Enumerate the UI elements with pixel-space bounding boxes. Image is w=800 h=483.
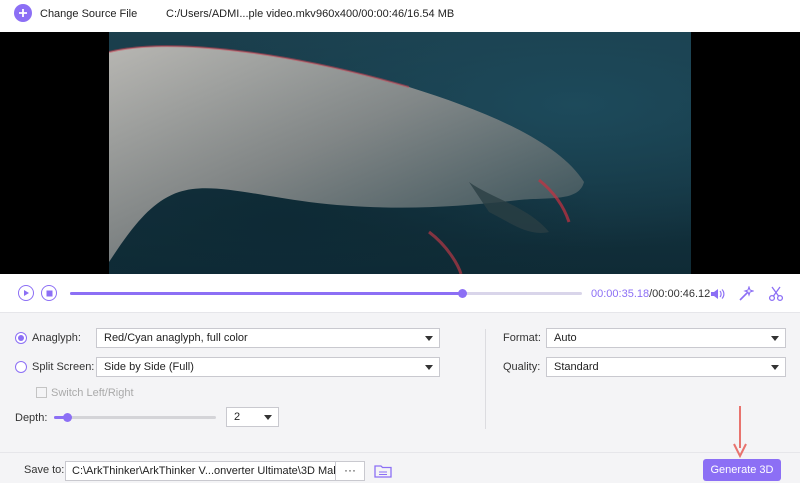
depth-label: Depth: [15, 412, 48, 424]
depth-slider-handle[interactable] [62, 413, 72, 422]
quality-select[interactable]: Standard [546, 357, 786, 377]
stop-icon [46, 290, 52, 296]
stop-button[interactable] [41, 285, 57, 301]
plus-icon [19, 9, 27, 17]
quality-value: Standard [554, 361, 599, 373]
split-screen-label: Split Screen: [32, 361, 95, 373]
total-time: /00:00:46.12 [649, 288, 711, 300]
depth-select[interactable]: 2 [226, 407, 279, 427]
video-frame-image [109, 45, 584, 274]
anaglyph-label: Anaglyph: [32, 332, 81, 344]
depth-value: 2 [234, 411, 241, 423]
progress-handle[interactable] [457, 289, 467, 298]
playback-controls: 00:00:35.18/00:00:46.12 [0, 274, 800, 312]
depth-slider[interactable] [54, 413, 216, 422]
add-source-button[interactable] [14, 4, 32, 22]
arrow-pointer-icon [733, 406, 747, 458]
anaglyph-value: Red/Cyan anaglyph, full color [104, 332, 248, 344]
app-window: Change Source File C:/Users/ADMI...ple v… [0, 0, 800, 483]
save-path-input[interactable]: C:\ArkThinker\ArkThinker V...onverter Ul… [65, 461, 336, 481]
top-bar: Change Source File C:/Users/ADMI...ple v… [0, 0, 800, 32]
footer-bar: Save to: C:\ArkThinker\ArkThinker V...on… [0, 452, 800, 483]
switch-left-right-checkbox[interactable] [36, 387, 47, 398]
switch-left-right-label: Switch Left/Right [51, 387, 134, 399]
generate-3d-button[interactable]: Generate 3D [703, 459, 781, 481]
play-icon [24, 290, 29, 296]
split-screen-radio[interactable] [15, 361, 27, 373]
chevron-down-icon [264, 415, 272, 420]
change-source-link[interactable]: Change Source File [40, 8, 137, 20]
source-file-info: 960x400/00:00:46/16.54 MB [316, 8, 455, 20]
video-frame [109, 32, 691, 274]
chevron-down-icon [425, 336, 433, 341]
chevron-down-icon [425, 365, 433, 370]
source-file-path: C:/Users/ADMI...ple video.mkv [166, 8, 316, 20]
anaglyph-select[interactable]: Red/Cyan anaglyph, full color [96, 328, 440, 348]
video-preview [0, 32, 800, 274]
time-display: 00:00:35.18/00:00:46.12 [591, 288, 710, 300]
progress-bar[interactable] [70, 289, 582, 298]
scissors-icon[interactable] [768, 286, 784, 302]
panel-divider [485, 329, 486, 429]
browse-button[interactable]: ··· [335, 461, 365, 481]
format-select[interactable]: Auto [546, 328, 786, 348]
current-time: 00:00:35.18 [591, 288, 650, 300]
chevron-down-icon [771, 336, 779, 341]
volume-icon[interactable] [709, 286, 725, 302]
split-screen-value: Side by Side (Full) [104, 361, 194, 373]
quality-label: Quality: [503, 361, 541, 373]
split-screen-select[interactable]: Side by Side (Full) [96, 357, 440, 377]
chevron-down-icon [771, 365, 779, 370]
open-folder-icon[interactable] [374, 463, 392, 479]
play-button[interactable] [18, 285, 34, 301]
format-value: Auto [554, 332, 577, 344]
progress-fill [70, 292, 462, 295]
format-label: Format: [503, 332, 541, 344]
magic-wand-icon[interactable] [738, 286, 754, 302]
anaglyph-radio[interactable] [15, 332, 27, 344]
save-to-label: Save to: [24, 464, 65, 476]
settings-panel: Anaglyph: Red/Cyan anaglyph, full color … [0, 312, 800, 452]
